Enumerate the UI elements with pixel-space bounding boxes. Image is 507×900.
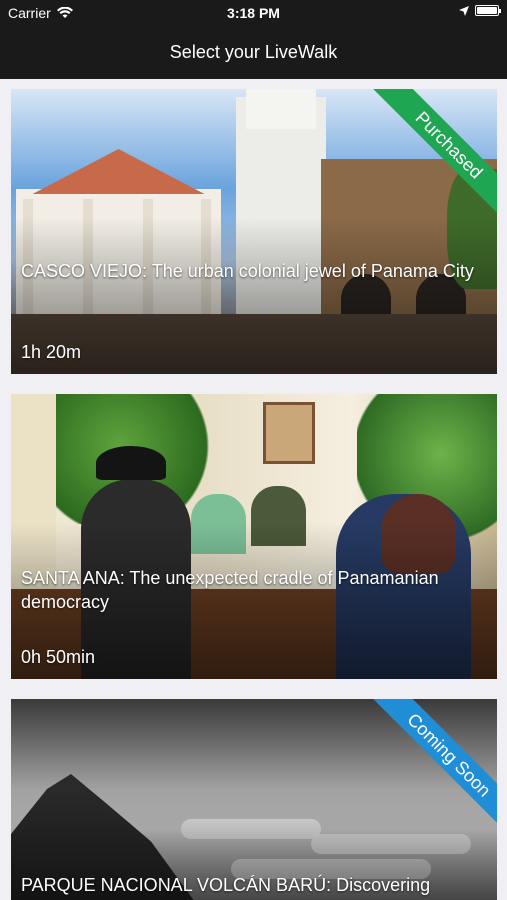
walk-title: CASCO VIEJO: The urban colonial jewel of…	[21, 261, 474, 281]
battery-icon	[475, 5, 501, 16]
status-time: 3:18 PM	[227, 5, 280, 21]
nav-title: Select your LiveWalk	[169, 42, 338, 62]
status-bar: Carrier 3:18 PM	[0, 0, 507, 26]
walk-card-casco-viejo[interactable]: CASCO VIEJO: The urban colonial jewel of…	[11, 89, 497, 374]
navigation-bar: Select your LiveWalk	[0, 26, 507, 79]
walk-title: SANTA ANA: The unexpected cradle of Pana…	[21, 568, 439, 612]
walk-duration: 0h 50min	[21, 647, 96, 667]
walk-title: PARQUE NACIONAL VOLCÁN BARÚ: Discovering	[21, 875, 431, 895]
walk-duration: 1h 20m	[21, 342, 82, 362]
status-right	[459, 5, 501, 16]
location-arrow-icon	[459, 5, 469, 16]
walk-card-volcan-baru[interactable]: PARQUE NACIONAL VOLCÁN BARÚ: Discovering…	[11, 699, 497, 900]
walk-card-santa-ana[interactable]: SANTA ANA: The unexpected cradle of Pana…	[11, 394, 497, 679]
